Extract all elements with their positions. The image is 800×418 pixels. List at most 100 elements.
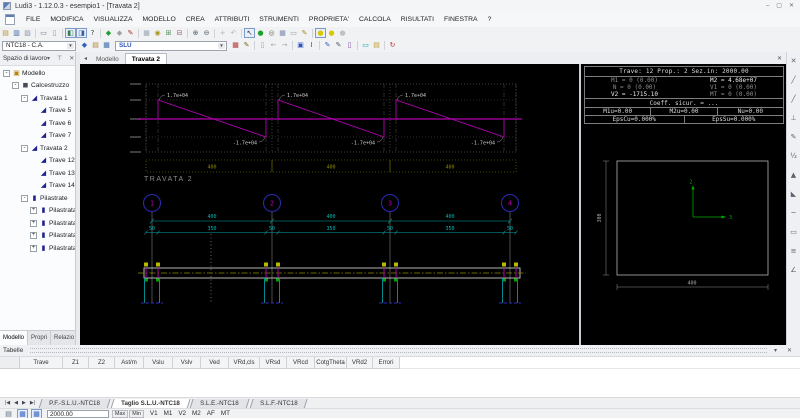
tree-expander[interactable]: + <box>30 207 37 215</box>
component-toggle-mt[interactable]: MT <box>221 410 230 417</box>
view-wireframe-icon[interactable]: ◨ <box>76 28 87 38</box>
column-header-vrcd[interactable]: VRcd <box>287 357 315 369</box>
tree-expander[interactable]: + <box>30 244 37 252</box>
lamp-icon[interactable]: ◉ <box>152 28 163 38</box>
tree-item-pilastrate[interactable]: - ▮ Pilastrate <box>0 192 75 205</box>
menu-risultati[interactable]: RISULTATI <box>396 16 439 23</box>
pen-dark-icon[interactable]: ✎ <box>333 41 344 51</box>
sheet-tab-s-l-f-ntc18[interactable]: S.L.F.-NTC18 <box>249 398 309 409</box>
box-purple-icon[interactable]: ▯ <box>344 41 355 51</box>
section-i-icon[interactable]: I <box>306 41 317 51</box>
copy-icon[interactable]: ▨ <box>22 28 33 38</box>
support-icon[interactable]: ⊥ <box>787 109 800 128</box>
tree-expander[interactable]: + <box>30 232 37 240</box>
tree-item-pilastrata-4[interactable]: + ▮Pilastrata 4 <box>0 242 75 255</box>
tree-expander[interactable]: - <box>21 94 28 102</box>
workspace-tab-modello[interactable]: Modello <box>0 331 29 345</box>
menu-strumenti[interactable]: STRUMENTI <box>254 16 304 23</box>
component-toggle-v2[interactable]: V2 <box>178 410 186 417</box>
line-icon[interactable]: ╱ <box>787 71 800 90</box>
sheet-tab-taglio-s-l-u-ntc18[interactable]: Taglio S.L.U.-NTC18 <box>110 398 191 409</box>
view-previous-icon[interactable]: ↶ <box>228 28 239 38</box>
zoom-out-icon[interactable]: ⊖ <box>201 28 212 38</box>
draw-pencil-icon[interactable]: ✎ <box>125 28 136 38</box>
open-icon[interactable]: ▤ <box>0 28 11 38</box>
menu-modifica[interactable]: MODIFICA <box>45 16 88 23</box>
tree-item-pilastrata-1[interactable]: + ▮Pilastrata 1 <box>0 205 75 218</box>
column-header-z2[interactable]: Z2 <box>89 357 115 369</box>
column-header-z1[interactable]: Z1 <box>63 357 89 369</box>
norm-combo[interactable]: NTC18 - C.A. ▼ <box>2 40 76 51</box>
column-header-astm[interactable]: Ast/m <box>115 357 144 369</box>
row-selector-header[interactable] <box>0 357 20 369</box>
light-on-icon[interactable]: ● <box>326 28 337 38</box>
close-button-icon[interactable]: ✕ <box>789 3 794 9</box>
workspace-tab-propri[interactable]: Propri <box>28 331 52 345</box>
grid-add-icon[interactable]: ⊞ <box>163 28 174 38</box>
tree-expander[interactable]: - <box>12 82 19 90</box>
tree-item-pilastrata-2[interactable]: + ▮Pilastrata 2 <box>0 217 75 230</box>
minimize-button-icon[interactable]: – <box>766 3 769 9</box>
pencil-icon[interactable]: ✎ <box>787 128 800 147</box>
angle-icon[interactable]: ∠ <box>787 261 800 280</box>
component-toggle-m2[interactable]: M2 <box>192 410 201 417</box>
refresh-icon[interactable]: ↻ <box>387 41 398 51</box>
component-toggle-v1[interactable]: V1 <box>150 410 158 417</box>
column-header-ved[interactable]: Ved <box>201 357 229 369</box>
tree-expander[interactable]: - <box>3 69 10 77</box>
half-icon[interactable]: ½ <box>787 147 800 166</box>
level-icon[interactable]: ─ <box>787 204 800 223</box>
rect-tool-icon[interactable]: ▭ <box>787 223 800 242</box>
sheet-nav-icon-3[interactable]: ▶| <box>30 401 35 406</box>
edit-pencil-icon[interactable]: ✎ <box>299 28 310 38</box>
tab-scroll-left-icon[interactable]: ◂ <box>84 55 87 62</box>
min-button[interactable]: Min <box>129 410 144 418</box>
print-icon[interactable]: ▭ <box>38 28 49 38</box>
tree-expander[interactable]: + <box>30 219 37 227</box>
move-right-icon[interactable]: → <box>279 41 290 51</box>
component-toggle-m1[interactable]: M1 <box>164 410 173 417</box>
panel-close-icon[interactable]: ✕ <box>787 348 792 354</box>
menu-visualizza[interactable]: VISUALIZZA <box>89 16 138 23</box>
panel-dropdown-icon[interactable]: ▾ <box>774 348 777 354</box>
hatch-icon[interactable]: ▲ <box>787 166 800 185</box>
table-down-icon[interactable]: ▦ <box>17 409 28 418</box>
menu-?[interactable]: ? <box>483 16 497 23</box>
maximize-button-icon[interactable]: ▢ <box>776 3 782 9</box>
column-header-vrdcls[interactable]: VRd,cls <box>229 357 260 369</box>
sheet-nav-icon-0[interactable]: |◀ <box>5 401 10 406</box>
beam-elevation[interactable] <box>138 262 526 304</box>
folder-icon[interactable]: ▤ <box>371 41 382 51</box>
materials-icon[interactable]: ◆ <box>79 41 90 51</box>
tree-item-travata-2[interactable]: - ◢ Travata 2 <box>0 142 75 155</box>
tree-expander[interactable]: - <box>21 194 28 202</box>
pan-icon[interactable]: + <box>217 28 228 38</box>
pen-blue-icon[interactable]: ✎ <box>322 41 333 51</box>
dropdown-icon[interactable]: ▾ <box>47 56 50 62</box>
tree-item-trave-7[interactable]: ◢ Trave 7 <box>0 130 75 143</box>
combo-table-icon[interactable]: ▦ <box>230 41 241 51</box>
print-preview-icon[interactable]: ▯ <box>49 28 60 38</box>
tables-grid-icon[interactable]: ▦ <box>277 28 288 38</box>
column-tool-icon[interactable]: ▯ <box>257 41 268 51</box>
column-header-vslv[interactable]: Vslv <box>173 357 201 369</box>
context-help-icon[interactable]: ? <box>87 28 98 38</box>
tree-item-modello[interactable]: - ▣ Modello <box>0 67 75 80</box>
table-up-icon[interactable]: ▦ <box>31 409 42 418</box>
component-toggle-af[interactable]: AF <box>207 410 215 417</box>
tree-item-trave-5[interactable]: ◢ Trave 5 <box>0 105 75 118</box>
column-header-errori[interactable]: Errori <box>373 357 400 369</box>
tree-item-pilastrata-3[interactable]: + ▮Pilastrata 3 <box>0 230 75 243</box>
grid-icon[interactable]: ▦ <box>141 28 152 38</box>
render-globe-icon[interactable]: ● <box>255 28 266 38</box>
solid-gray-icon[interactable]: ◆ <box>114 28 125 38</box>
grid-remove-icon[interactable]: ⊟ <box>174 28 185 38</box>
view-tab-travata-2[interactable]: Travata 2 <box>124 53 167 64</box>
workspace-tab-relazio[interactable]: Relazio <box>51 331 79 345</box>
selection-rect-icon[interactable]: ▭ <box>360 41 371 51</box>
select-arrow-icon[interactable]: ↖ <box>244 28 255 38</box>
move-left-icon[interactable]: ← <box>268 41 279 51</box>
layers-icon[interactable]: ≡ <box>787 242 800 261</box>
section-canvas[interactable]: 300 400 2 3 Trave: 12 Prop.: 2 Sez.in: 2000… <box>581 64 786 345</box>
zoom-in-icon[interactable]: ⊕ <box>190 28 201 38</box>
